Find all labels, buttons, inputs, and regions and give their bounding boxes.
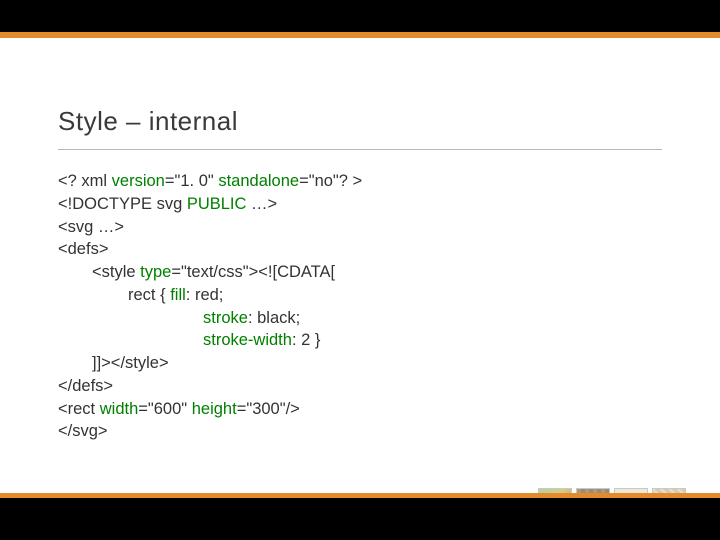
code-text: <rect [58, 400, 100, 418]
code-line: rect { fill: red; [58, 284, 362, 307]
code-attr: width [100, 400, 139, 418]
code-text: ="1. 0" [165, 172, 218, 190]
title-area: Style – internal [58, 106, 662, 150]
code-line: <svg …> [58, 216, 362, 239]
header-orange-bar [0, 32, 720, 38]
code-text: <? xml [58, 172, 112, 190]
code-line: <rect width="600" height="300"/> [58, 398, 362, 421]
slide-title: Style – internal [58, 106, 662, 137]
code-line: </defs> [58, 375, 362, 398]
code-line: stroke: black; [58, 307, 362, 330]
code-prop: stroke [203, 309, 248, 327]
code-prop: fill [170, 286, 186, 304]
code-text: ="300"/> [237, 400, 300, 418]
code-line: <!DOCTYPE svg PUBLIC …> [58, 193, 362, 216]
code-block: <? xml version="1. 0" standalone="no"? >… [58, 170, 362, 443]
code-text: rect { [128, 286, 170, 304]
code-text: …> [246, 195, 277, 213]
code-line: ]]></style> [58, 352, 362, 375]
code-text: <!DOCTYPE svg [58, 195, 187, 213]
code-line: </svg> [58, 420, 362, 443]
code-attr: version [112, 172, 165, 190]
code-attr: type [140, 263, 171, 281]
code-text: ="text/css"><![CDATA[ [171, 263, 335, 281]
code-text: ="600" [138, 400, 191, 418]
code-attr: standalone [218, 172, 299, 190]
code-prop: stroke-width [203, 331, 292, 349]
code-text: : black; [248, 309, 300, 327]
code-text: : 2 } [292, 331, 320, 349]
code-text: ="no"? > [299, 172, 362, 190]
code-text: <style [92, 263, 140, 281]
code-line: stroke-width: 2 } [58, 329, 362, 352]
code-line: <? xml version="1. 0" standalone="no"? > [58, 170, 362, 193]
header-black-bar [0, 0, 720, 32]
code-keyword: PUBLIC [187, 195, 247, 213]
code-text: : red; [186, 286, 224, 304]
code-line: <defs> [58, 238, 362, 261]
code-attr: height [192, 400, 237, 418]
footer-black-bar [0, 498, 720, 540]
code-line: <style type="text/css"><![CDATA[ [58, 261, 362, 284]
title-underline [58, 149, 662, 150]
